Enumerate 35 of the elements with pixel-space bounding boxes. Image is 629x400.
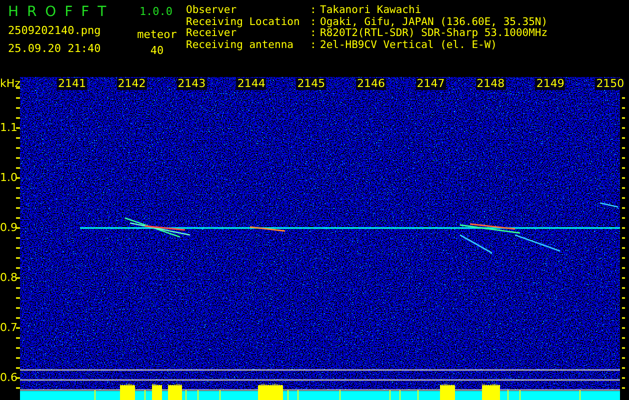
time-label: 2143 [176,78,207,90]
frequency-label: 0.6 [0,372,18,384]
time-label: 2150 [595,78,626,90]
frequency-label: 0.9 [0,222,18,234]
time-label: 2146 [356,78,386,90]
detection-label: meteor [137,29,177,41]
time-label: 2148 [476,78,506,90]
time-label: 2145 [296,78,326,90]
info-value: R820T2(RTL-SDR) SDR-Sharp 53.1000MHz [320,28,549,40]
info-label: Receiving antenna [186,40,294,51]
info-value: Ogaki, Gifu, JAPAN (136.60E, 35.35N) [320,16,549,28]
time-label: 2144 [236,78,266,90]
time-label: 2142 [116,78,147,90]
date-time: 25.09.20 21:40 [8,42,102,56]
frequency-label: 0.8 [0,272,18,284]
file-name: 2509202140.png [8,24,102,38]
info-value: 2el-HB9CV Vertical (el. E-W) [320,40,498,51]
app-title: H R O F F T [8,4,110,20]
app-version: 1.0.0 [139,4,173,20]
frequency-label: 0.7 [0,322,18,334]
axis-unit: kHz [0,77,20,90]
time-label: 2147 [416,78,446,90]
time-label: 2141 [57,78,87,90]
info-value: Takanori Kawachi [320,5,422,16]
info-separator: : [310,16,318,28]
detection-count: 40 [150,45,164,57]
info-label: Observer [186,5,238,16]
frequency-label: 1.1 [0,122,18,134]
time-label: 2149 [535,78,566,90]
info-label: Receiver [186,28,237,40]
frequency-label: 1.0 [0,172,18,184]
info-label: Receiving Location [186,16,301,28]
info-separator: : [310,5,318,16]
info-separator: : [310,40,318,51]
info-separator: : [310,28,318,40]
